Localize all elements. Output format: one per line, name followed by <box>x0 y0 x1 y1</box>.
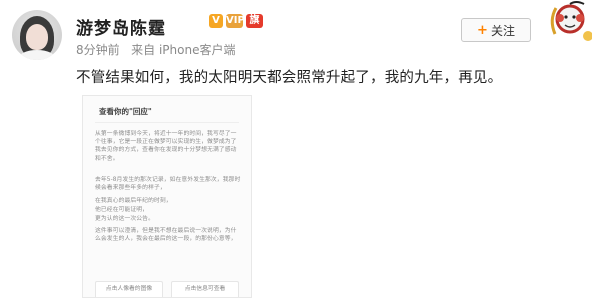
article-card[interactable]: 查看你的"回应" 从第一条微博到今天，将近十一年的时间，我写尽了一个往事，它是一… <box>82 95 252 298</box>
author-name[interactable]: 游梦岛陈霆 <box>76 14 166 39</box>
card-paragraph: 这件事可以澄清，但是我不想在最后说一次说明，为什么会发生的人，我会在最后的这一段… <box>95 228 237 243</box>
flag-badge-icon[interactable]: 旗 <box>246 14 263 28</box>
follow-button[interactable]: + 关注 <box>461 18 531 42</box>
vip-badge-icon[interactable]: VIP <box>226 14 245 28</box>
card-footer-button[interactable]: 点击信息可查看 <box>171 281 239 297</box>
card-divider <box>95 122 239 123</box>
post-text: 不管结果如何，我的太阳明天都会照常升起了，我的九年，再见。 <box>76 70 503 86</box>
card-footer: 点击人像看的图像 点击信息可查看 <box>95 281 239 297</box>
author-badges: V VIP 旗 <box>209 14 263 28</box>
card-paragraph: 从第一条微博到今天，将近十一年的时间，我写尽了一个往事，它是一段正在做梦可以实现… <box>95 131 237 162</box>
post-meta: 8分钟前 来自 iPhone客户端 <box>76 41 235 58</box>
card-footer-button[interactable]: 点击人像看的图像 <box>95 281 163 297</box>
card-title: 查看你的"回应" <box>99 107 152 116</box>
plus-icon: + <box>477 22 488 38</box>
card-paragraph: 他已经在可能证明， <box>95 207 149 213</box>
monkey-decoration-icon <box>550 1 592 41</box>
follow-label: 关注 <box>490 23 515 38</box>
post-time: 8分钟前 <box>76 43 120 57</box>
verified-badge-icon[interactable]: V <box>209 14 223 28</box>
author-avatar[interactable] <box>12 10 62 60</box>
avatar-face <box>26 24 48 50</box>
post-source[interactable]: 来自 iPhone客户端 <box>131 43 235 57</box>
card-paragraph: 在我真心的最后年纪的时刻， <box>95 198 172 204</box>
card-paragraph: 去年5-8月发生的那次记录，如在意外发生那次，我那时候会看来那些年多的样子， <box>95 177 241 192</box>
card-paragraph: 更为认的这一次公告。 <box>95 216 154 222</box>
